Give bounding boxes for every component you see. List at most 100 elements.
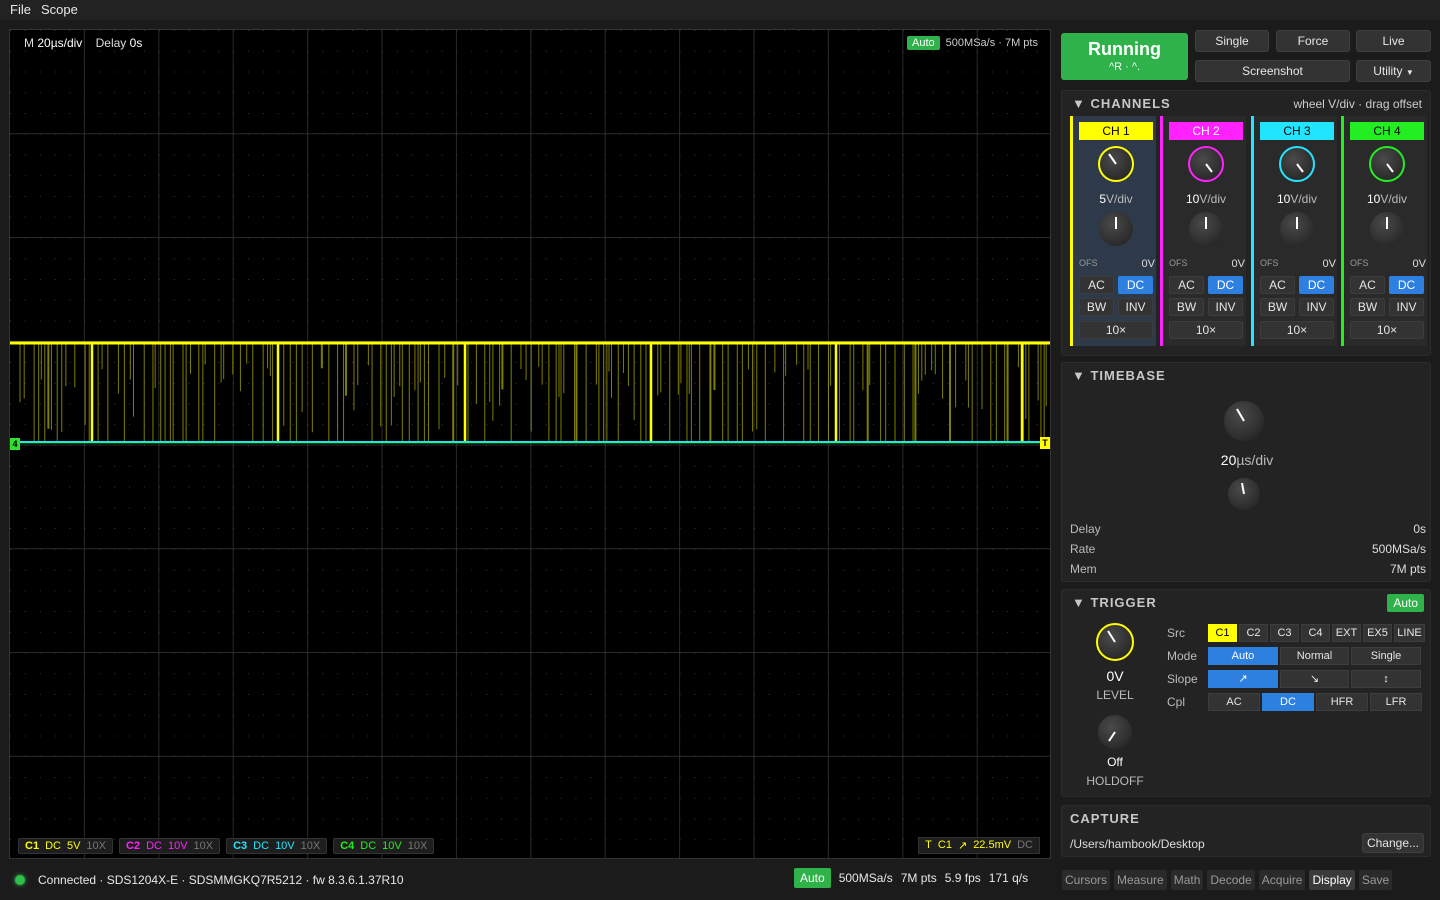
bottom-tabs: Cursors Measure Math Decode Acquire Display Sa…: [1062, 870, 1393, 890]
menu-file[interactable]: File: [0, 0, 31, 20]
trigger-slope-2[interactable]: ↘: [1280, 670, 1349, 688]
channel-1-offset-knob[interactable]: [1099, 212, 1133, 246]
channel-4-bw-button[interactable]: BW: [1350, 298, 1385, 316]
source-label: Src: [1167, 626, 1185, 640]
channel-4-ac-button[interactable]: AC: [1350, 276, 1385, 294]
trigger-level-marker[interactable]: T: [1040, 437, 1050, 449]
channel-3-vdiv-knob[interactable]: [1279, 146, 1315, 182]
channel-1-dc-button[interactable]: DC: [1118, 276, 1153, 294]
channel-2-vdiv-knob[interactable]: [1188, 146, 1224, 182]
channel-2-offset-knob[interactable]: [1189, 212, 1223, 246]
holdoff-knob[interactable]: [1098, 715, 1132, 749]
live-button[interactable]: Live: [1356, 30, 1431, 52]
acquisition-readout: Auto 500MSa/s · 7M pts: [907, 36, 1038, 50]
trigger-title[interactable]: ▼ TRIGGER: [1072, 595, 1157, 610]
tab-math[interactable]: Math: [1170, 870, 1204, 890]
force-button[interactable]: Force: [1276, 30, 1350, 52]
channel-tag-c4[interactable]: C4 DC 10V 10X: [333, 838, 435, 854]
delay-row: Delay 0s: [1070, 522, 1426, 536]
holdoff-value: Off: [1107, 755, 1123, 769]
tab-acquire[interactable]: Acquire: [1258, 870, 1306, 890]
channel-2-ac-button[interactable]: AC: [1169, 276, 1204, 294]
channel-2-inv-button[interactable]: INV: [1208, 298, 1243, 316]
trigger-src-5[interactable]: EXT: [1332, 624, 1361, 642]
menu-bar: File Scope: [0, 0, 1440, 20]
channels-section: ▼ CHANNELS wheel V/div · drag offset CH …: [1061, 90, 1431, 356]
trigger-status-badge: Auto: [1387, 594, 1424, 612]
coupling-label: Cpl: [1167, 695, 1186, 709]
channel-tag-c1[interactable]: C1 DC 5V 10X: [18, 838, 113, 854]
trigger-slope-3[interactable]: ↕: [1351, 670, 1421, 688]
status-readout: Auto 500MSa/s 7M pts 5.9 fps 171 q/s: [794, 868, 1028, 888]
trigger-mode-2[interactable]: Normal: [1280, 647, 1349, 665]
trigger-src-6[interactable]: EX5: [1363, 624, 1392, 642]
channel-1-probe-button[interactable]: 10×: [1079, 321, 1153, 339]
channel-3-probe-button[interactable]: 10×: [1260, 321, 1334, 339]
channel-1-bw-button[interactable]: BW: [1079, 298, 1114, 316]
trigger-src-7[interactable]: LINE: [1394, 624, 1425, 642]
channel-tag-c3[interactable]: C3 DC 10V 10X: [226, 838, 328, 854]
trigger-src-4[interactable]: C4: [1301, 624, 1330, 642]
utility-dropdown[interactable]: Utility ▼: [1356, 60, 1431, 82]
timebase-title[interactable]: ▼ TIMEBASE: [1072, 368, 1166, 383]
waveform-area: [10, 341, 1050, 444]
trigger-slope-1[interactable]: ↗: [1208, 670, 1278, 688]
trigger-src-1[interactable]: C1: [1208, 624, 1237, 642]
channel-2-toggle[interactable]: CH 2: [1169, 122, 1243, 140]
trigger-cpl-2[interactable]: DC: [1262, 693, 1314, 711]
trigger-mode-1[interactable]: Auto: [1208, 647, 1278, 665]
run-stop-button[interactable]: Running ^R · ^.: [1061, 33, 1188, 80]
trigger-mode-selector: Auto Normal Single: [1208, 647, 1421, 665]
channels-hint: wheel V/div · drag offset: [1293, 97, 1422, 111]
channel-3-dc-button[interactable]: DC: [1299, 276, 1334, 294]
tab-decode[interactable]: Decode: [1207, 870, 1255, 890]
trigger-cpl-1[interactable]: AC: [1208, 693, 1260, 711]
connection-status: Connected · SDS1204X-E · SDSMMGKQ7R5212 …: [38, 873, 404, 887]
tab-save[interactable]: Save: [1358, 870, 1393, 890]
channels-title[interactable]: ▼ CHANNELS: [1072, 96, 1171, 111]
trigger-mode-3[interactable]: Single: [1351, 647, 1421, 665]
tab-display[interactable]: Display: [1309, 870, 1355, 890]
timebase-value: 20µs/div: [1220, 452, 1274, 468]
channel-4-vdiv-knob[interactable]: [1369, 146, 1405, 182]
channel-4-inv-button[interactable]: INV: [1389, 298, 1424, 316]
control-panel: Running ^R · ^. Single Force Live Screen…: [1057, 28, 1437, 860]
screenshot-button[interactable]: Screenshot: [1195, 60, 1350, 82]
channel-2-probe-button[interactable]: 10×: [1169, 321, 1243, 339]
timebase-fine-knob[interactable]: [1228, 478, 1260, 510]
trigger-level-knob[interactable]: [1096, 623, 1134, 661]
channel-3-toggle[interactable]: CH 3: [1260, 122, 1334, 140]
trigger-tag: T C1 ↗ 22.5mV DC: [918, 837, 1040, 854]
connection-led: [15, 875, 25, 885]
single-button[interactable]: Single: [1195, 30, 1269, 52]
channel-1-vdiv-knob[interactable]: [1098, 146, 1134, 182]
trigger-cpl-3[interactable]: HFR: [1316, 693, 1368, 711]
channel-2-dc-button[interactable]: DC: [1208, 276, 1243, 294]
menu-scope[interactable]: Scope: [31, 0, 78, 20]
channel-4-offset-knob[interactable]: [1370, 212, 1404, 246]
tab-measure[interactable]: Measure: [1114, 870, 1167, 890]
channel-3-offset-knob[interactable]: [1280, 212, 1314, 246]
scope-display[interactable]: M 20µs/div Delay 0s Auto 500MSa/s · 7M p…: [9, 29, 1051, 859]
channel-tag-c2[interactable]: C2 DC 10V 10X: [119, 838, 221, 854]
trigger-slope-selector: ↗ ↘ ↕: [1208, 670, 1421, 688]
trigger-src-2[interactable]: C2: [1239, 624, 1268, 642]
channel-1-ac-button[interactable]: AC: [1079, 276, 1114, 294]
channel-3-inv-button[interactable]: INV: [1299, 298, 1334, 316]
channel-1-toggle[interactable]: CH 1: [1079, 122, 1153, 140]
timebase-knob[interactable]: [1224, 401, 1264, 441]
channel-3-ac-button[interactable]: AC: [1260, 276, 1295, 294]
capture-section: CAPTURE /Users/hambook/Desktop Change...: [1061, 805, 1431, 857]
channel-1-inv-button[interactable]: INV: [1118, 298, 1153, 316]
trigger-cpl-4[interactable]: LFR: [1370, 693, 1422, 711]
change-path-button[interactable]: Change...: [1362, 833, 1424, 853]
channel-4-dc-button[interactable]: DC: [1389, 276, 1424, 294]
trigger-src-3[interactable]: C3: [1270, 624, 1299, 642]
channel-4-toggle[interactable]: CH 4: [1350, 122, 1424, 140]
tab-cursors[interactable]: Cursors: [1062, 870, 1111, 890]
channel-2-bw-button[interactable]: BW: [1169, 298, 1204, 316]
trigger-level-value: 0V: [1106, 668, 1124, 684]
channel-4-ground-marker[interactable]: 4: [10, 438, 20, 450]
channel-4-probe-button[interactable]: 10×: [1350, 321, 1424, 339]
channel-3-bw-button[interactable]: BW: [1260, 298, 1295, 316]
